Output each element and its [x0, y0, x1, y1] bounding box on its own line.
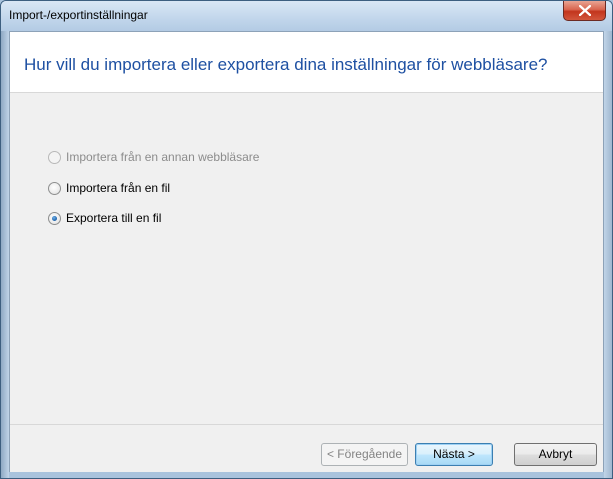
window-frame-right	[604, 31, 612, 478]
options-panel: Importera från en annan webbläsare Impor…	[10, 93, 603, 424]
next-button[interactable]: Nästa >	[415, 443, 493, 466]
radio-export-to-file[interactable]: Exportera till en fil	[48, 210, 161, 226]
close-button[interactable]	[563, 1, 606, 21]
window-frame-left	[1, 31, 9, 478]
close-x-icon	[579, 5, 591, 16]
dialog-content: Hur vill du importera eller exportera di…	[9, 31, 604, 472]
title-bar[interactable]: Import-/exportinställningar	[1, 1, 612, 31]
back-button[interactable]: < Föregående	[321, 443, 408, 466]
radio-button-unchecked[interactable]	[48, 181, 61, 195]
radio-selected-dot-icon	[52, 215, 57, 221]
wizard-footer: < Föregående Nästa > Avbryt	[10, 424, 603, 472]
radio-button-checked[interactable]	[48, 211, 61, 225]
radio-label-import-browser: Importera från en annan webbläsare	[66, 150, 260, 164]
radio-label-import-file: Importera från en fil	[66, 181, 171, 195]
radio-import-from-browser[interactable]: Importera från en annan webbläsare	[48, 149, 259, 165]
wizard-header: Hur vill du importera eller exportera di…	[10, 32, 603, 93]
window-title: Import-/exportinställningar	[9, 8, 148, 22]
radio-button-unchecked-disabled[interactable]	[48, 150, 61, 164]
radio-import-from-file[interactable]: Importera från en fil	[48, 180, 170, 196]
dialog-window: Import-/exportinställningar Hur vill du …	[0, 0, 613, 479]
cancel-button[interactable]: Avbryt	[514, 443, 597, 466]
radio-label-export-file: Exportera till en fil	[66, 211, 162, 225]
wizard-question-title: Hur vill du importera eller exportera di…	[24, 55, 548, 74]
